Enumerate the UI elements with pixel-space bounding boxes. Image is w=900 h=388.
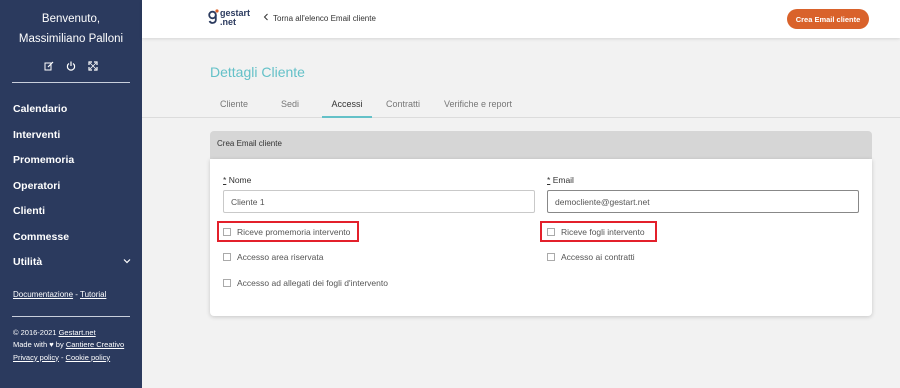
gestart-logo[interactable]: gestart .net	[208, 9, 250, 27]
checkbox-box[interactable]	[223, 228, 231, 236]
cantiere-creativo-link[interactable]: Cantiere Creativo	[66, 340, 124, 349]
link-separator: -	[73, 289, 81, 299]
checkbox-riceve-promemoria[interactable]: Riceve promemoria intervento	[223, 227, 350, 237]
tab-verifiche-report[interactable]: Verifiche e report	[436, 93, 520, 118]
checkbox-box[interactable]	[547, 253, 555, 261]
edit-icon[interactable]	[44, 61, 54, 71]
tab-sedi[interactable]: Sedi	[267, 93, 313, 118]
sidebar-divider	[12, 82, 130, 83]
email-label: * Email	[547, 175, 574, 185]
welcome-block: Benvenuto, Massimiliano Palloni	[0, 0, 142, 49]
tab-accessi[interactable]: Accessi	[322, 93, 372, 118]
sidebar: Benvenuto, Massimiliano Palloni Calendar…	[0, 0, 142, 388]
nome-label-text: Nome	[228, 175, 252, 185]
sidebar-item-operatori[interactable]: Operatori	[0, 174, 142, 200]
checkbox-area-riservata[interactable]: Accesso area riservata	[223, 252, 323, 262]
sidebar-divider	[12, 315, 130, 317]
card-header: Crea Email cliente	[210, 131, 872, 159]
logo-line-2: .net	[220, 17, 237, 27]
sidebar-item-utilita[interactable]: Utilità	[0, 250, 142, 276]
back-link[interactable]: Torna all'elenco Email cliente	[263, 13, 376, 23]
checkbox-riceve-fogli[interactable]: Riceve fogli intervento	[547, 227, 645, 237]
checkbox-box[interactable]	[547, 228, 555, 236]
email-input[interactable]	[547, 190, 859, 213]
user-name: Massimiliano Palloni	[18, 33, 124, 45]
checkbox-label: Riceve fogli intervento	[561, 227, 645, 237]
checkbox-box[interactable]	[223, 253, 231, 261]
sidebar-item-commesse[interactable]: Commesse	[0, 225, 142, 251]
topbar: gestart .net Torna all'elenco Email clie…	[142, 0, 900, 38]
required-mark: *	[547, 175, 551, 185]
form-card: * Nome * Email Riceve promemoria interve…	[210, 159, 872, 316]
cookie-policy-link[interactable]: Cookie policy	[66, 353, 111, 362]
gestart-link[interactable]: Gestart.net	[59, 328, 96, 337]
chevron-down-icon	[123, 250, 131, 276]
logo-mark-icon	[208, 9, 219, 27]
sidebar-item-utilita-label: Utilità	[13, 256, 43, 268]
page-title: Dettagli Cliente	[210, 64, 305, 80]
checkbox-label: Accesso ai contratti	[561, 252, 635, 262]
sidebar-nav: Calendario Interventi Promemoria Operato…	[0, 97, 142, 276]
welcome-text: Benvenuto,	[41, 13, 101, 25]
required-mark: *	[223, 175, 227, 185]
sidebar-item-promemoria[interactable]: Promemoria	[0, 148, 142, 174]
create-email-client-button[interactable]: Crea Email cliente	[787, 9, 869, 29]
sidebar-item-clienti[interactable]: Clienti	[0, 199, 142, 225]
made-with-line: Made with ♥ by Cantiere Creativo	[13, 339, 142, 352]
tab-bar: Cliente Sedi Accessi Contratti Verifiche…	[142, 93, 900, 118]
chevron-left-icon	[263, 13, 269, 23]
link-separator: -	[58, 352, 66, 362]
copyright-line: © 2016-2021 Gestart.net	[13, 327, 142, 340]
sidebar-footer: © 2016-2021 Gestart.net Made with ♥ by C…	[0, 327, 142, 365]
nome-input[interactable]	[223, 190, 535, 213]
checkbox-label: Riceve promemoria intervento	[237, 227, 351, 237]
checkbox-box[interactable]	[223, 279, 231, 287]
help-links: Documentazione - Tutorial	[0, 290, 142, 310]
logo-text: gestart .net	[220, 9, 250, 27]
sidebar-item-interventi[interactable]: Interventi	[0, 123, 142, 149]
back-link-label: Torna all'elenco Email cliente	[273, 13, 376, 23]
tutorial-link[interactable]: Tutorial	[80, 290, 106, 299]
sidebar-item-calendario[interactable]: Calendario	[0, 97, 142, 123]
documentation-link[interactable]: Documentazione	[13, 290, 73, 299]
fullscreen-icon[interactable]	[88, 61, 98, 71]
policy-line: Privacy policy - Cookie policy	[13, 352, 142, 365]
privacy-policy-link[interactable]: Privacy policy	[13, 353, 59, 362]
copyright-text: © 2016-2021	[13, 327, 59, 337]
checkbox-label: Accesso area riservata	[237, 252, 324, 262]
checkbox-label: Accesso ad allegati dei fogli d'interven…	[237, 278, 388, 288]
email-label-text: Email	[552, 175, 574, 185]
user-actions	[0, 61, 142, 73]
made-with-text: Made with ♥ by	[13, 340, 66, 349]
checkbox-accesso-allegati[interactable]: Accesso ad allegati dei fogli d'interven…	[223, 278, 388, 288]
checkbox-accesso-contratti[interactable]: Accesso ai contratti	[547, 252, 635, 262]
nome-label: * Nome	[223, 175, 251, 185]
tab-contratti[interactable]: Contratti	[378, 93, 428, 118]
tab-cliente[interactable]: Cliente	[204, 93, 264, 118]
power-icon[interactable]	[66, 61, 76, 71]
